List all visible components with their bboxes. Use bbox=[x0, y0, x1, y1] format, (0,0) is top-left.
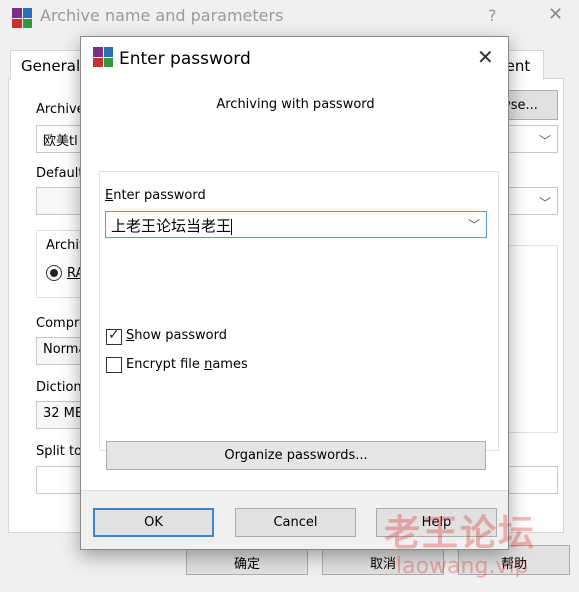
cancel-button-label: Cancel bbox=[273, 515, 318, 530]
chevron-down-icon: ﹀ bbox=[538, 134, 551, 148]
dialog-title: Enter password bbox=[119, 49, 251, 69]
password-input[interactable]: 上老王论坛当老王 ﹀ bbox=[105, 211, 487, 238]
background-cancel-label: 取消 bbox=[369, 557, 396, 572]
encrypt-file-names-label: Encrypt file names bbox=[126, 357, 248, 372]
winrar-app-icon bbox=[12, 8, 32, 28]
password-label-rest: nter password bbox=[113, 188, 206, 203]
background-ok-label: 确定 bbox=[233, 557, 260, 572]
password-label: Enter password bbox=[105, 188, 206, 203]
help-icon[interactable]: ? bbox=[488, 6, 497, 25]
password-value: 上老王论坛当老王 bbox=[111, 217, 232, 235]
text-caret bbox=[231, 218, 233, 235]
close-icon[interactable]: ✕ bbox=[548, 4, 563, 25]
encrypt-label-part2: ames bbox=[212, 357, 248, 372]
chevron-down-icon[interactable]: ﹀ bbox=[468, 216, 480, 233]
enter-password-dialog: Enter password ✕ Archiving with password… bbox=[80, 36, 509, 550]
encrypt-file-names-checkbox[interactable] bbox=[106, 357, 122, 373]
dialog-subtitle: Archiving with password bbox=[216, 97, 375, 112]
winrar-app-icon bbox=[93, 47, 113, 67]
dictionary-size-value: 32 MB bbox=[43, 406, 84, 421]
ok-button-label: OK bbox=[144, 515, 163, 530]
split-volumes-label: Split to bbox=[36, 444, 83, 459]
show-password-checkbox[interactable]: ✓ bbox=[106, 327, 122, 345]
rar-radio[interactable] bbox=[46, 265, 62, 281]
tab-general-label: General bbox=[21, 57, 81, 75]
watermark-text: 老王论坛 bbox=[384, 513, 537, 554]
organize-passwords-label: Organize passwords... bbox=[224, 448, 368, 463]
show-password-label-rest: how password bbox=[134, 328, 227, 343]
close-icon[interactable]: ✕ bbox=[477, 45, 494, 69]
checkmark-icon: ✓ bbox=[108, 327, 120, 343]
cancel-button[interactable]: Cancel bbox=[235, 508, 356, 537]
archive-name-value: 欧美tl bbox=[43, 134, 78, 149]
default-profile-label: Default bbox=[36, 166, 84, 181]
show-password-label: Show password bbox=[126, 328, 227, 343]
background-window-title: Archive name and parameters bbox=[40, 6, 284, 25]
watermark-url: laowang.vip bbox=[396, 554, 529, 579]
encrypt-label-part1: Encrypt file bbox=[126, 357, 205, 372]
ok-button[interactable]: OK bbox=[93, 508, 214, 537]
archive-name-label: Archive bbox=[36, 102, 85, 117]
organize-passwords-button[interactable]: Organize passwords... bbox=[106, 441, 486, 470]
radio-dot-icon bbox=[50, 269, 58, 277]
tab-general[interactable]: General bbox=[10, 50, 92, 80]
chevron-down-icon: ﹀ bbox=[538, 196, 551, 210]
